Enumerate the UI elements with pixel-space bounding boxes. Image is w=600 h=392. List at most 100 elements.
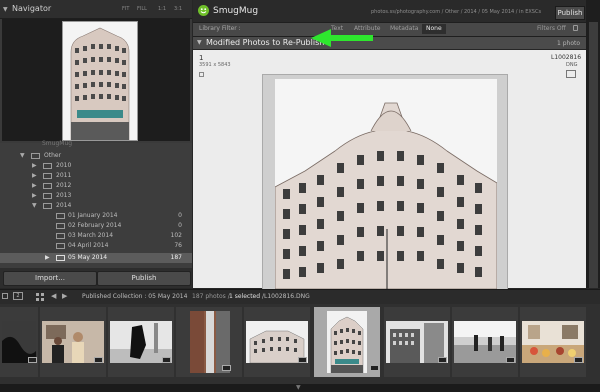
published-collection-icon xyxy=(56,233,65,239)
zoom-fit[interactable]: FIT xyxy=(122,6,129,12)
collection-set-icon xyxy=(43,193,52,199)
grid-cell[interactable] xyxy=(262,74,508,290)
service-name: SmugMug xyxy=(213,6,259,16)
zoom-1-1[interactable]: 1:1 xyxy=(158,6,166,12)
filmstrip-toggle-icon[interactable]: ▼ xyxy=(296,384,301,391)
filmstrip-count: 187 photos / xyxy=(192,293,230,300)
publish-button[interactable]: Publish xyxy=(555,6,585,20)
grid-view-icon[interactable] xyxy=(36,293,44,301)
filmstrip-cell[interactable] xyxy=(0,307,38,377)
tree-item-2011[interactable]: ▶ 2011 xyxy=(0,171,192,181)
library-filter-label: Library Filter : xyxy=(199,25,241,32)
metadata-badge-icon[interactable] xyxy=(566,70,576,78)
filmstrip-cell[interactable] xyxy=(452,307,518,377)
filmstrip-cell[interactable] xyxy=(244,307,310,377)
expanded-arrow-icon[interactable]: ▼ xyxy=(32,201,37,211)
bottom-edge: ▼ xyxy=(0,384,600,392)
filmstrip-cell[interactable] xyxy=(520,307,586,377)
right-panel-collapsed[interactable] xyxy=(589,22,598,288)
filmstrip-cell[interactable] xyxy=(176,307,242,377)
smugmug-logo-icon xyxy=(198,5,209,16)
badge-icon xyxy=(438,357,447,363)
left-panel: ▼ Navigator FIT FILL 1:1 3:1 SmugMug ▼ O… xyxy=(0,0,192,288)
zoom-3-1[interactable]: 3:1 xyxy=(174,6,182,12)
collapsed-arrow-icon[interactable]: ▶ xyxy=(45,253,50,263)
zoom-fill[interactable]: FILL xyxy=(137,6,147,12)
badge-icon xyxy=(28,357,37,363)
published-collection-icon xyxy=(56,243,65,249)
collection-set-icon xyxy=(43,163,52,169)
filmstrip-selected: 1 selected xyxy=(229,293,261,300)
tree-item-january[interactable]: 01 January 2014 0 xyxy=(0,211,192,221)
tree-item-2012[interactable]: ▶ 2012 xyxy=(0,181,192,191)
filmstrip-source[interactable]: Published Collection : 05 May 2014 xyxy=(82,293,187,300)
badge-icon xyxy=(94,357,103,363)
collapsed-arrow-icon[interactable]: ▶ xyxy=(32,181,37,191)
tree-item-february[interactable]: 02 February 2014 0 xyxy=(0,221,192,231)
filmstrip-cell[interactable] xyxy=(108,307,174,377)
collapse-triangle-icon[interactable]: ▼ xyxy=(3,6,8,13)
published-collection-icon xyxy=(56,223,65,229)
badge-icon xyxy=(222,365,231,371)
publish-left-button[interactable]: Publish xyxy=(97,271,191,286)
collapsed-arrow-icon[interactable]: ▶ xyxy=(32,191,37,201)
lock-icon[interactable] xyxy=(573,25,578,31)
tree-item-2010[interactable]: ▶ 2010 xyxy=(0,161,192,171)
second-window-icon[interactable] xyxy=(2,293,8,299)
published-collection-icon xyxy=(56,213,65,219)
publish-service-bar: SmugMug photos.ss/photography.com / Othe… xyxy=(193,0,586,22)
expanded-arrow-icon[interactable]: ▼ xyxy=(20,151,25,161)
navigator-header: ▼ Navigator FIT FILL 1:1 3:1 xyxy=(0,0,192,19)
filmstrip xyxy=(0,304,600,384)
filmstrip-cell[interactable] xyxy=(40,307,106,377)
photo-index: 1 xyxy=(199,54,204,62)
collection-path: photos.ss/photography.com / Other / 2014… xyxy=(371,9,542,15)
filter-metadata[interactable]: Metadata xyxy=(386,24,422,34)
filmstrip-thumbnail[interactable] xyxy=(327,311,367,373)
collapsed-arrow-icon[interactable]: ▶ xyxy=(32,171,37,181)
page-1-button[interactable]: 2 xyxy=(13,292,23,300)
library-grid: 1 3591 x 5843 L1002816 DNG xyxy=(193,50,586,290)
section-count: 1 photo xyxy=(557,40,581,47)
library-filter-bar: Library Filter : Text Attribute Metadata… xyxy=(193,22,586,37)
navigator-thumbnail[interactable] xyxy=(62,21,138,141)
collection-set-icon xyxy=(31,153,40,159)
collection-set-icon xyxy=(43,203,52,209)
filmstrip-cell-selected[interactable] xyxy=(314,307,380,377)
filmstrip-filename[interactable]: /L1002816.DNG xyxy=(262,293,310,300)
tree-row-partial[interactable]: SmugMug xyxy=(0,139,192,149)
filter-none[interactable]: None xyxy=(422,24,446,34)
tree-item-march[interactable]: 03 March 2014 102 xyxy=(0,231,192,241)
selected-photo[interactable] xyxy=(275,79,497,289)
flag-icon[interactable] xyxy=(199,72,204,77)
filmstrip-toolbar: 2 ◀ ▶ Published Collection : 05 May 2014… xyxy=(0,289,600,305)
badge-icon xyxy=(298,357,307,363)
photo-dimensions: 3591 x 5843 xyxy=(199,62,231,68)
tree-item-may[interactable]: ▶ 05 May 2014 187 xyxy=(0,253,192,263)
published-collection-icon xyxy=(56,255,65,261)
collection-set-icon xyxy=(43,183,52,189)
collection-set-icon xyxy=(43,173,52,179)
filters-status[interactable]: Filters Off xyxy=(537,25,566,32)
forward-arrow-icon[interactable]: ▶ xyxy=(62,292,67,300)
navigator-preview[interactable] xyxy=(2,19,190,141)
tree-item-2013[interactable]: ▶ 2013 xyxy=(0,191,192,201)
badge-icon xyxy=(370,365,379,371)
section-collapse-icon[interactable]: ▼ xyxy=(197,39,202,46)
filmstrip-thumbnail[interactable] xyxy=(190,311,230,373)
tree-item-other[interactable]: ▼ Other xyxy=(0,151,192,161)
folder-tree: SmugMug ▼ Other ▶ 2010 ▶ 2011 ▶ 2012 ▶ 2… xyxy=(0,140,192,268)
badge-icon xyxy=(506,357,515,363)
badge-icon xyxy=(574,357,583,363)
tree-item-april[interactable]: 04 April 2014 76 xyxy=(0,241,192,251)
back-arrow-icon[interactable]: ◀ xyxy=(51,292,56,300)
navigator-title: Navigator xyxy=(12,4,52,13)
tree-item-2014[interactable]: ▼ 2014 xyxy=(0,201,192,211)
photo-filename: L1002816 xyxy=(551,54,582,61)
collection-section-header[interactable]: ▼ Modified Photos to Re-Publish 1 photo xyxy=(193,29,586,49)
badge-icon xyxy=(162,357,171,363)
collapsed-arrow-icon[interactable]: ▶ xyxy=(32,161,37,171)
filmstrip-cell[interactable] xyxy=(384,307,450,377)
import-button[interactable]: Import... xyxy=(3,271,97,286)
left-buttons: Import... Publish xyxy=(0,268,192,288)
